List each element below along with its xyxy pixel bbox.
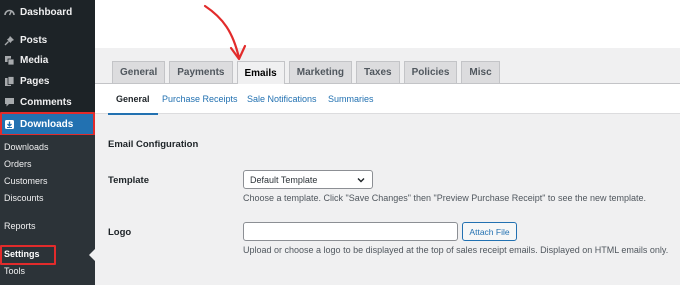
sidebar-item-media[interactable]: Media [0,50,95,71]
tab-general[interactable]: General [112,61,166,83]
settings-tabs: General Payments Emails Marketing Taxes … [112,61,504,84]
sidebar-item-comments[interactable]: Comments [0,92,95,113]
tab-taxes[interactable]: Taxes [355,61,400,83]
section-title: Email Configuration [108,139,199,150]
comments-icon [4,97,15,108]
sidebar-item-posts[interactable]: Posts [0,30,95,51]
media-icon [4,55,15,66]
tab-policies[interactable]: Policies [403,61,458,83]
top-header-area [95,0,680,48]
pages-icon [4,76,15,87]
logo-url-input[interactable] [243,222,458,241]
subnav-general[interactable]: General [108,94,157,115]
tab-misc[interactable]: Misc [461,61,500,83]
subnav-purchase-receipts[interactable]: Purchase Receipts [162,94,238,104]
template-select-value: Default Template [250,174,318,185]
template-label: Template [108,175,150,186]
template-description: Choose a template. Click "Save Changes" … [243,193,646,203]
attach-file-button[interactable]: Attach File [462,222,517,241]
sidebar-item-dashboard[interactable]: Dashboard [0,2,95,23]
tab-marketing[interactable]: Marketing [288,61,352,83]
logo-label: Logo [108,227,132,238]
logo-description: Upload or choose a logo to be displayed … [243,245,669,255]
current-page-pointer [89,249,95,261]
submenu-item-downloads[interactable]: Downloads [0,139,95,155]
subnav-summaries[interactable]: Summaries [328,94,374,104]
submenu-item-customers[interactable]: Customers [0,173,95,189]
downloads-highlight-box [0,112,95,136]
settings-highlight-box [0,245,56,265]
pushpin-icon [4,35,15,46]
submenu-item-tools[interactable]: Tools [0,263,95,279]
dashboard-icon [4,7,15,18]
annotation-arrow-icon [203,4,247,61]
submenu-item-reports[interactable]: Reports [0,218,95,234]
submenu-item-orders[interactable]: Orders [0,156,95,172]
sidebar-item-pages[interactable]: Pages [0,71,95,92]
template-select[interactable]: Default Template [243,170,373,189]
submenu-item-discounts[interactable]: Discounts [0,190,95,206]
subnav-sale-notifications[interactable]: Sale Notifications [247,94,317,104]
chevron-down-icon [357,178,365,183]
